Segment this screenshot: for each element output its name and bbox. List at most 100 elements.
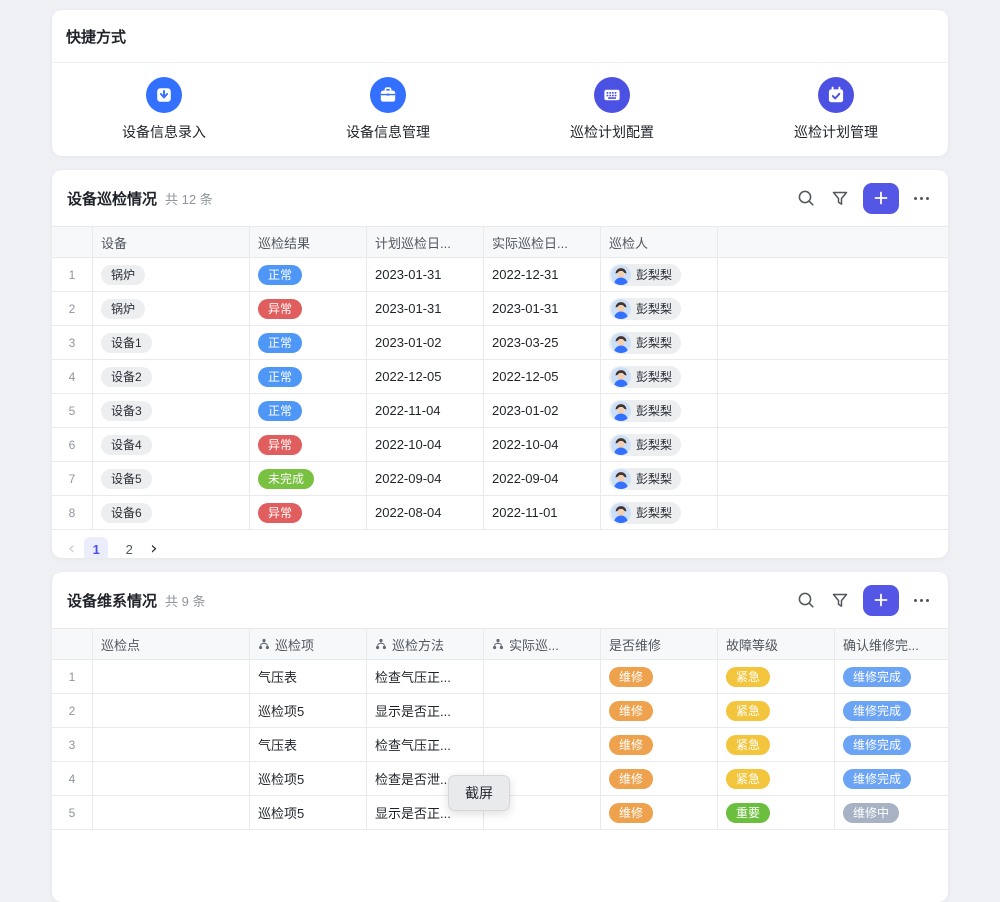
column-header[interactable]: [52, 629, 93, 659]
cell-result[interactable]: 正常: [250, 394, 367, 427]
column-header[interactable]: 实际巡...: [484, 629, 601, 659]
pagination-next[interactable]: ›: [150, 540, 157, 558]
cell-point[interactable]: [93, 694, 250, 727]
pagination-page-1[interactable]: 1: [84, 537, 108, 558]
more-options-icon[interactable]: [909, 186, 933, 210]
column-header[interactable]: 设备: [93, 227, 250, 257]
inspection-row[interactable]: 7设备5未完成2022-09-042022-09-04彭梨梨: [52, 462, 948, 496]
shortcut-item-3[interactable]: 巡检计划配置: [500, 63, 724, 156]
cell-point[interactable]: [93, 762, 250, 795]
column-header[interactable]: 是否维修: [601, 629, 718, 659]
column-header[interactable]: [52, 227, 93, 257]
cell-device[interactable]: 设备4: [93, 428, 250, 461]
cell-repair[interactable]: 维修: [601, 796, 718, 829]
cell-actual-date[interactable]: 2022-11-01: [484, 496, 601, 529]
cell-confirm[interactable]: 维修完成: [835, 660, 948, 693]
cell-actual[interactable]: [484, 728, 601, 761]
cell-item[interactable]: 气压表: [250, 728, 367, 761]
cell-fault-level[interactable]: 紧急: [718, 694, 835, 727]
cell-device[interactable]: 设备3: [93, 394, 250, 427]
cell-repair[interactable]: 维修: [601, 762, 718, 795]
cell-plan-date[interactable]: 2023-01-31: [367, 292, 484, 325]
cell-device[interactable]: 设备5: [93, 462, 250, 495]
cell-actual-date[interactable]: 2022-10-04: [484, 428, 601, 461]
cell-inspector[interactable]: 彭梨梨: [601, 428, 718, 461]
inspection-row[interactable]: 5设备3正常2022-11-042023-01-02彭梨梨: [52, 394, 948, 428]
cell-actual-date[interactable]: 2023-01-02: [484, 394, 601, 427]
search-icon[interactable]: [793, 185, 819, 211]
cell-point[interactable]: [93, 728, 250, 761]
maintenance-row[interactable]: 3气压表检查气压正...维修紧急维修完成: [52, 728, 948, 762]
search-icon[interactable]: [793, 587, 819, 613]
cell-plan-date[interactable]: 2022-10-04: [367, 428, 484, 461]
cell-confirm[interactable]: 维修完成: [835, 694, 948, 727]
column-header[interactable]: 巡检结果: [250, 227, 367, 257]
column-header[interactable]: 巡检项: [250, 629, 367, 659]
shortcut-item-2[interactable]: 设备信息管理: [276, 63, 500, 156]
maintenance-row[interactable]: 2巡检项5显示是否正...维修紧急维修完成: [52, 694, 948, 728]
cell-fault-level[interactable]: 紧急: [718, 762, 835, 795]
cell-result[interactable]: 异常: [250, 428, 367, 461]
cell-actual-date[interactable]: 2022-09-04: [484, 462, 601, 495]
cell-actual-date[interactable]: 2023-01-31: [484, 292, 601, 325]
cell-actual[interactable]: [484, 694, 601, 727]
cell-result[interactable]: 正常: [250, 258, 367, 291]
cell-method[interactable]: 显示是否正...: [367, 694, 484, 727]
cell-plan-date[interactable]: 2022-12-05: [367, 360, 484, 393]
inspection-row[interactable]: 1锅炉正常2023-01-312022-12-31彭梨梨: [52, 258, 948, 292]
add-record-button[interactable]: [863, 183, 899, 214]
column-header[interactable]: 确认维修完...: [835, 629, 948, 659]
column-header[interactable]: 实际巡检日...: [484, 227, 601, 257]
cell-fault-level[interactable]: 重要: [718, 796, 835, 829]
column-header[interactable]: 巡检人: [601, 227, 718, 257]
cell-item[interactable]: 气压表: [250, 660, 367, 693]
cell-plan-date[interactable]: 2022-09-04: [367, 462, 484, 495]
add-record-button[interactable]: [863, 585, 899, 616]
inspection-row[interactable]: 8设备6异常2022-08-042022-11-01彭梨梨: [52, 496, 948, 530]
cell-item[interactable]: 巡检项5: [250, 694, 367, 727]
cell-fault-level[interactable]: 紧急: [718, 728, 835, 761]
inspection-row[interactable]: 3设备1正常2023-01-022023-03-25彭梨梨: [52, 326, 948, 360]
inspection-row[interactable]: 4设备2正常2022-12-052022-12-05彭梨梨: [52, 360, 948, 394]
cell-device[interactable]: 设备6: [93, 496, 250, 529]
column-header[interactable]: 巡检方法: [367, 629, 484, 659]
cell-point[interactable]: [93, 796, 250, 829]
cell-repair[interactable]: 维修: [601, 694, 718, 727]
column-header[interactable]: 巡检点: [93, 629, 250, 659]
cell-actual-date[interactable]: 2022-12-31: [484, 258, 601, 291]
cell-actual-date[interactable]: 2022-12-05: [484, 360, 601, 393]
cell-inspector[interactable]: 彭梨梨: [601, 326, 718, 359]
cell-actual[interactable]: [484, 660, 601, 693]
cell-device[interactable]: 设备1: [93, 326, 250, 359]
cell-confirm[interactable]: 维修完成: [835, 762, 948, 795]
cell-device[interactable]: 锅炉: [93, 292, 250, 325]
cell-plan-date[interactable]: 2022-08-04: [367, 496, 484, 529]
shortcut-item-4[interactable]: 巡检计划管理: [724, 63, 948, 156]
cell-inspector[interactable]: 彭梨梨: [601, 496, 718, 529]
column-header[interactable]: 故障等级: [718, 629, 835, 659]
cell-result[interactable]: 正常: [250, 360, 367, 393]
cell-item[interactable]: 巡检项5: [250, 762, 367, 795]
inspection-row[interactable]: 6设备4异常2022-10-042022-10-04彭梨梨: [52, 428, 948, 462]
cell-inspector[interactable]: 彭梨梨: [601, 462, 718, 495]
cell-plan-date[interactable]: 2023-01-02: [367, 326, 484, 359]
filter-icon[interactable]: [827, 185, 853, 211]
more-options-icon[interactable]: [909, 588, 933, 612]
inspection-row[interactable]: 2锅炉异常2023-01-312023-01-31彭梨梨: [52, 292, 948, 326]
cell-device[interactable]: 设备2: [93, 360, 250, 393]
cell-result[interactable]: 异常: [250, 496, 367, 529]
filter-icon[interactable]: [827, 587, 853, 613]
cell-result[interactable]: 正常: [250, 326, 367, 359]
cell-result[interactable]: 异常: [250, 292, 367, 325]
cell-inspector[interactable]: 彭梨梨: [601, 258, 718, 291]
cell-method[interactable]: 检查气压正...: [367, 728, 484, 761]
cell-confirm[interactable]: 维修中: [835, 796, 948, 829]
cell-inspector[interactable]: 彭梨梨: [601, 292, 718, 325]
cell-result[interactable]: 未完成: [250, 462, 367, 495]
cell-actual-date[interactable]: 2023-03-25: [484, 326, 601, 359]
cell-inspector[interactable]: 彭梨梨: [601, 394, 718, 427]
maintenance-row[interactable]: 1气压表检查气压正...维修紧急维修完成: [52, 660, 948, 694]
cell-confirm[interactable]: 维修完成: [835, 728, 948, 761]
cell-fault-level[interactable]: 紧急: [718, 660, 835, 693]
cell-device[interactable]: 锅炉: [93, 258, 250, 291]
